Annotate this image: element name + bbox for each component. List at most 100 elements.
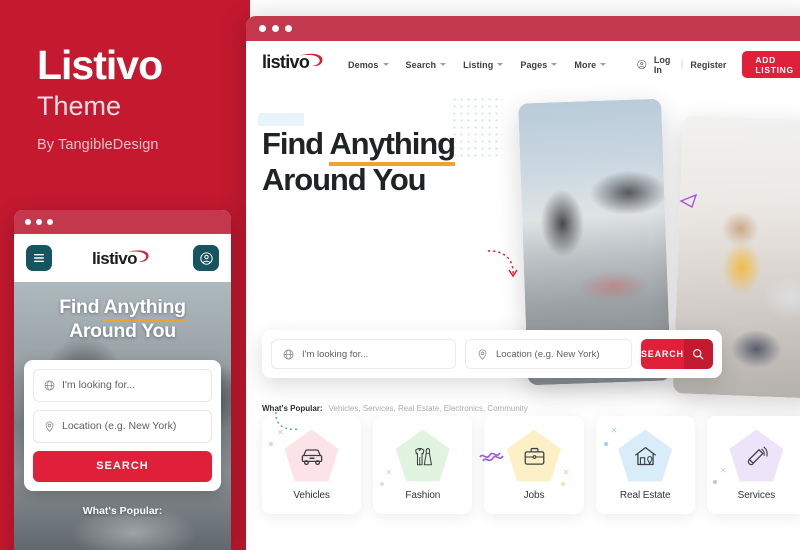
mobile-search-placeholder: I'm looking for... — [62, 379, 136, 392]
sparkle-cross-icon: ✕ — [610, 426, 618, 435]
nav-item-label: Pages — [520, 59, 548, 70]
hero-search-card: I'm looking for... Location (e.g. New Yo… — [262, 330, 722, 378]
brand-subtitle: Theme — [37, 91, 122, 122]
briefcase-icon — [524, 447, 544, 465]
nav-item-label: More — [574, 59, 597, 70]
category-blob-fashion — [395, 429, 450, 484]
category-card-realestate[interactable]: ✕ Real Estate — [595, 416, 695, 514]
clothes-icon — [414, 447, 432, 465]
nav-item-label: Demos — [348, 59, 379, 70]
window-dot-icon — [272, 25, 279, 32]
listivo-logo-icon: listivo — [92, 249, 148, 268]
category-card-services[interactable]: ✕ Services — [706, 416, 800, 514]
mobile-hero-title-line2: Around You — [69, 320, 176, 343]
mobile-mockup: listivo Find Anything Around You I'm loo… — [14, 210, 231, 550]
category-label: Fashion — [405, 489, 441, 501]
window-dot-icon — [259, 25, 266, 32]
mobile-search-button[interactable]: SEARCH — [33, 450, 212, 482]
megaphone-icon — [747, 446, 768, 466]
window-dot-icon — [47, 219, 53, 225]
add-listing-button[interactable]: ADD LISTING + — [742, 51, 800, 78]
decorative-red-dotted-arc — [487, 250, 518, 278]
globe-icon — [283, 349, 294, 359]
sparkle-dot-icon — [712, 480, 717, 484]
register-link[interactable]: Register — [690, 60, 726, 70]
mobile-location-input[interactable]: Location (e.g. New York) — [33, 409, 212, 443]
category-label: Jobs — [523, 489, 545, 501]
car-icon — [301, 448, 322, 465]
mobile-titlebar — [14, 210, 231, 234]
map-pin-icon — [45, 421, 54, 432]
sparkle-dot-icon — [603, 442, 608, 446]
whats-popular: What's Popular: Vehicles, Services, Real… — [262, 404, 528, 413]
sparkle-cross-icon: ✕ — [562, 468, 570, 477]
nav-item-label: Listing — [463, 59, 494, 70]
desktop-menu: Demos Search Listing Pages More — [348, 59, 607, 70]
window-dot-icon — [36, 219, 42, 225]
category-card-jobs[interactable]: ✕ Jobs — [484, 416, 584, 514]
mobile-logo[interactable]: listivo — [92, 247, 154, 269]
house-icon — [634, 447, 656, 466]
category-label: Services — [737, 489, 776, 501]
hero-title-pre: Find — [262, 126, 330, 161]
sparkle-cross-icon: ✕ — [719, 466, 727, 475]
decorative-blue-dotted-arc — [275, 411, 300, 431]
auth-separator: | — [680, 59, 684, 70]
mobile-hero-title: Find Anything Around You — [14, 282, 231, 344]
nav-item-more[interactable]: More — [574, 59, 607, 70]
chevron-down-icon — [497, 63, 504, 66]
nav-item-pages[interactable]: Pages — [520, 59, 558, 70]
category-card-fashion[interactable]: ✕ Fashion — [373, 416, 473, 514]
search-input-placeholder: I'm looking for... — [302, 348, 369, 360]
user-circle-icon — [637, 59, 647, 70]
nav-item-demos[interactable]: Demos — [348, 60, 389, 70]
search-button-icon-area[interactable] — [683, 339, 713, 369]
whats-popular-links[interactable]: Vehicles, Services, Real Estate, Electro… — [329, 404, 528, 413]
nav-item-listing[interactable]: Listing — [463, 59, 504, 70]
mobile-menu-button[interactable] — [26, 245, 52, 271]
mobile-hero-title-pre: Find — [59, 296, 104, 318]
location-input-placeholder: Location (e.g. New York) — [496, 348, 600, 360]
desktop-hero: Find Anything Around You I'm looking for… — [246, 88, 800, 462]
mobile-popular-label: What's Popular: — [82, 504, 163, 517]
mobile-search-input[interactable]: I'm looking for... — [33, 368, 212, 402]
search-input[interactable]: I'm looking for... — [271, 339, 456, 369]
mobile-hero: Find Anything Around You I'm looking for… — [14, 282, 231, 550]
category-blob-realestate — [618, 429, 673, 484]
sparkle-dot-icon — [269, 442, 273, 446]
desktop-logo[interactable]: listivo — [262, 50, 328, 79]
decorative-purple-wave — [479, 452, 504, 462]
desktop-mockup: listivo Demos Search Listing Pages More … — [246, 16, 800, 550]
magnifier-icon — [693, 349, 704, 360]
mobile-navbar: listivo — [14, 234, 231, 282]
globe-icon — [44, 380, 55, 391]
location-input[interactable]: Location (e.g. New York) — [465, 339, 632, 369]
chevron-down-icon — [551, 63, 558, 66]
chevron-down-icon — [440, 63, 447, 66]
category-label: Vehicles — [293, 489, 330, 501]
nav-item-search[interactable]: Search — [406, 60, 447, 70]
decorative-dot-grid — [451, 96, 503, 158]
brand-author: By TangibleDesign — [37, 136, 159, 153]
chevron-down-icon — [600, 63, 607, 66]
brand-block: Listivo Theme By TangibleDesign — [37, 43, 247, 153]
user-circle-icon — [199, 251, 213, 265]
listivo-logo-icon: listivo — [262, 52, 323, 72]
map-pin-icon — [478, 349, 487, 360]
category-blob-vehicles — [284, 429, 339, 484]
search-button-label: SEARCH — [641, 339, 684, 369]
mobile-location-placeholder: Location (e.g. New York) — [62, 420, 177, 433]
decorative-triangle-arrow-icon — [679, 193, 698, 209]
login-link[interactable]: Log In — [654, 55, 674, 75]
hero-title-highlight: Anything — [329, 126, 456, 166]
search-button[interactable]: SEARCH — [641, 339, 713, 369]
mobile-search-card: I'm looking for... Location (e.g. New Yo… — [24, 359, 221, 491]
hero-title-line2: Around You — [262, 161, 427, 197]
decorative-blue-block — [258, 113, 304, 126]
desktop-navbar: listivo Demos Search Listing Pages More … — [246, 41, 800, 88]
svg-text:listivo: listivo — [92, 249, 137, 268]
window-dot-icon — [25, 219, 31, 225]
screenshot-stage: Listivo Theme By TangibleDesign listivo — [0, 0, 800, 550]
sparkle-cross-icon: ✕ — [385, 468, 392, 477]
mobile-account-button[interactable] — [193, 245, 219, 271]
